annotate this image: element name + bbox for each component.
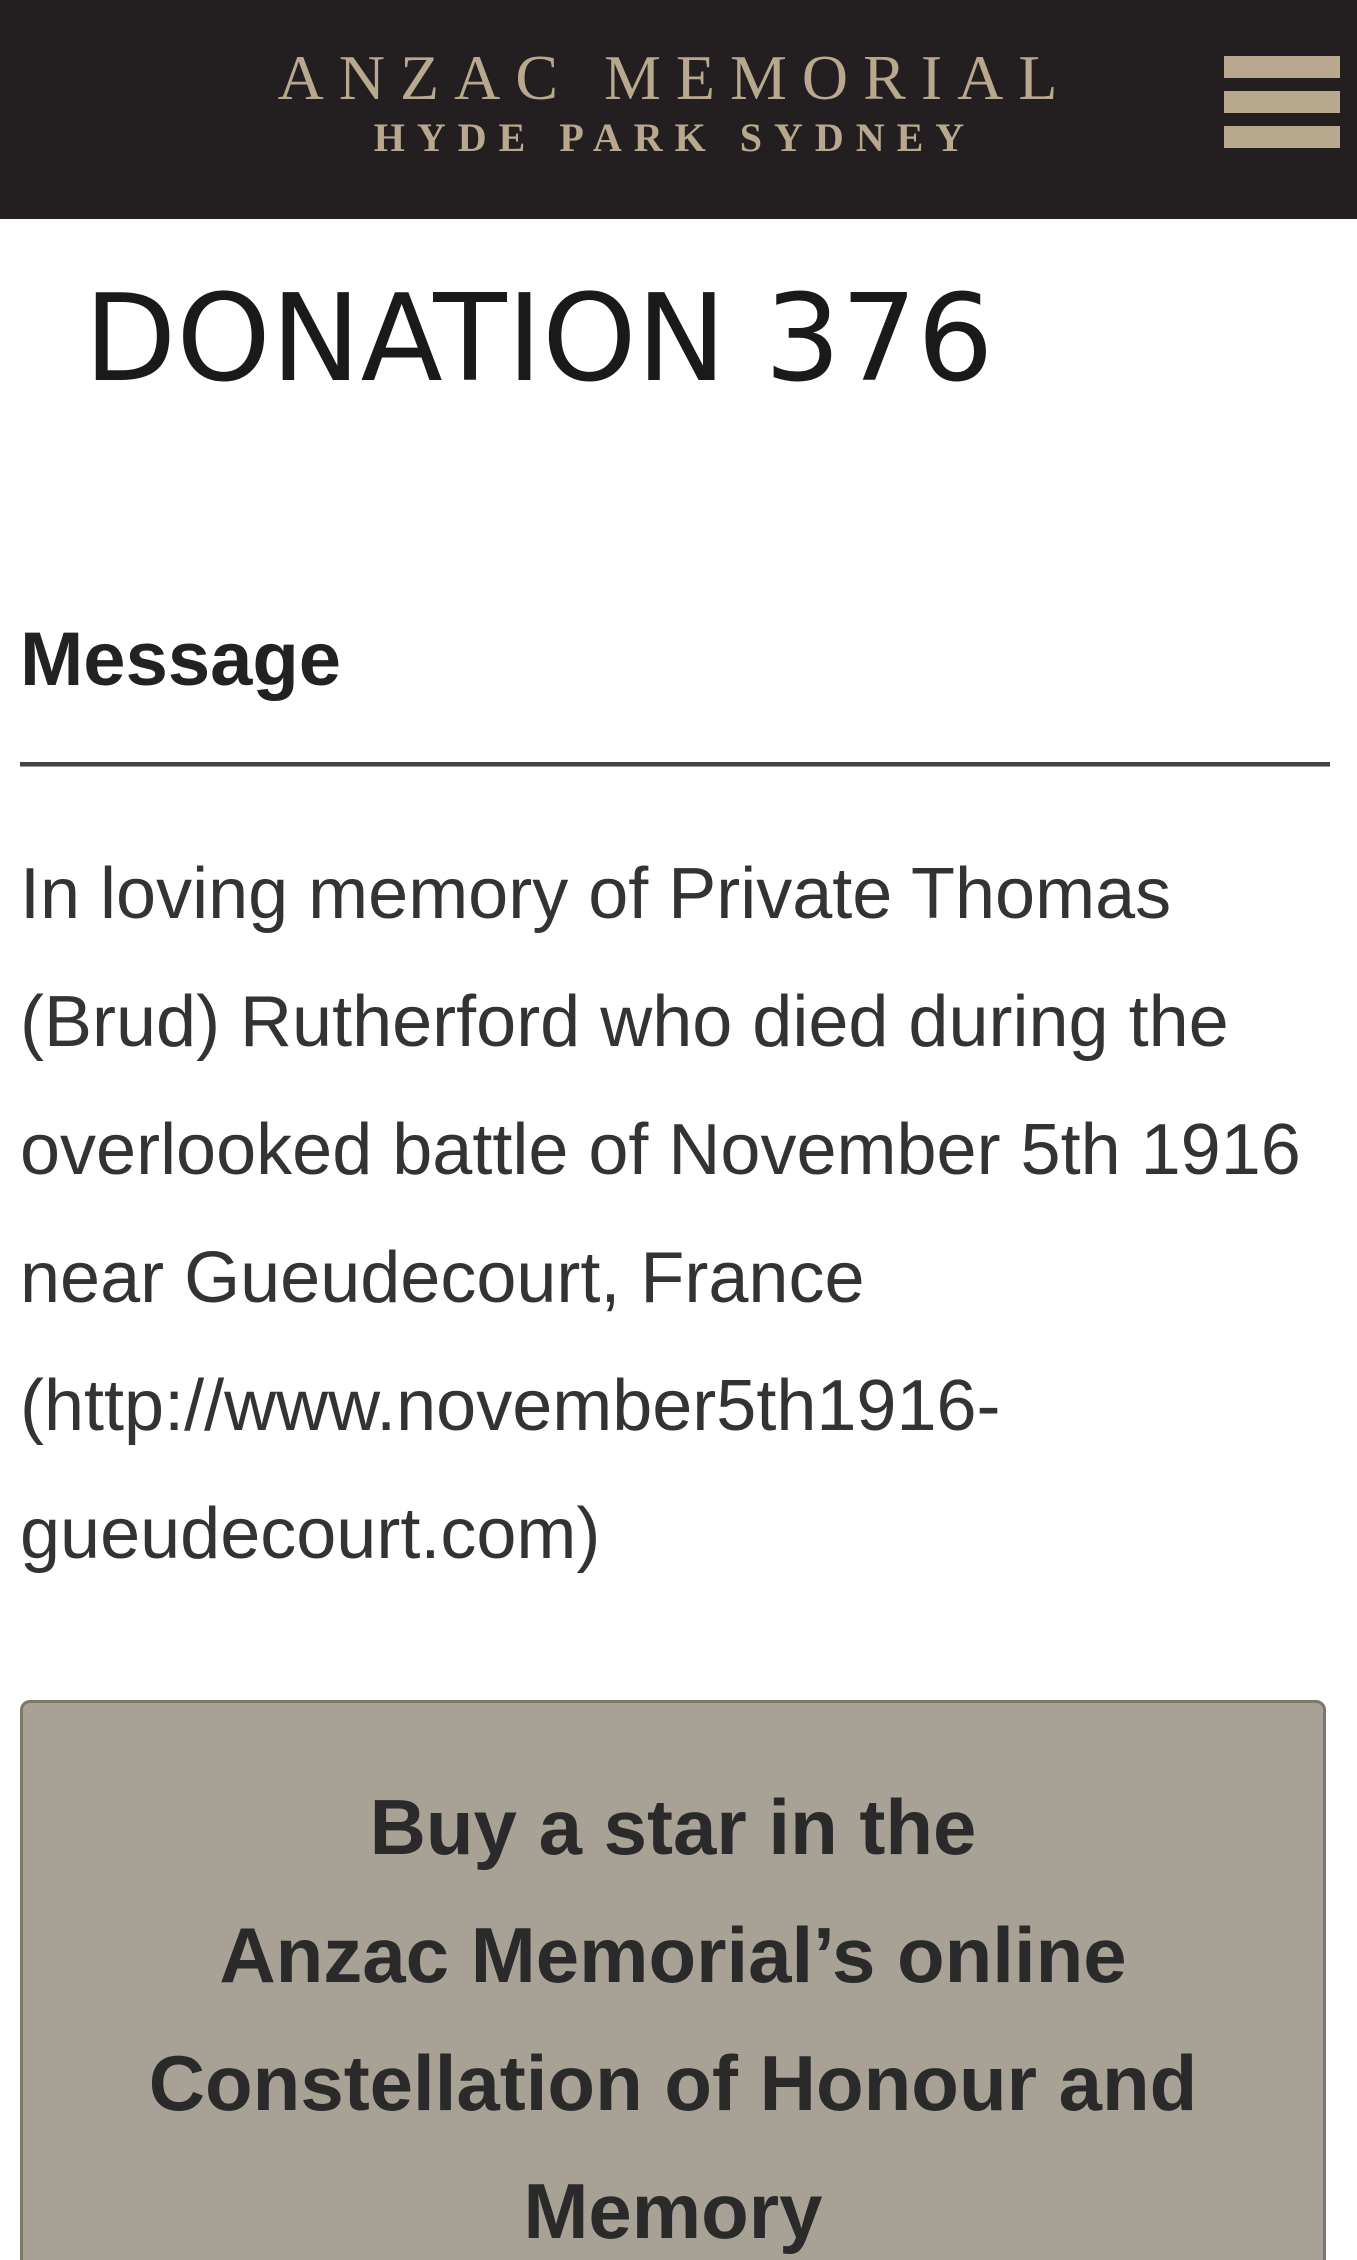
menu-bar-bottom (1224, 126, 1340, 148)
buy-star-button[interactable]: Buy a star in the Anzac Memorial’s onlin… (20, 1700, 1326, 2260)
message-heading: Message (20, 617, 342, 702)
site-header: ANZAC MEMORIAL HYDE PARK SYDNEY (0, 0, 1357, 219)
cta-line: Buy a star in the (369, 1783, 977, 1871)
section-divider (20, 762, 1330, 767)
hamburger-menu-icon[interactable] (1224, 56, 1340, 148)
menu-bar-top (1224, 56, 1340, 78)
message-body: In loving memory of Private Thomas (Brud… (20, 854, 1301, 1574)
cta-line: Constellation of Honour and (148, 2039, 1198, 2127)
cta-line: Memory (523, 2167, 823, 2255)
site-logo[interactable]: ANZAC MEMORIAL HYDE PARK SYDNEY (230, 40, 1120, 160)
menu-bar-middle (1224, 91, 1340, 113)
page-title: DONATION 376 (84, 270, 994, 409)
buy-star-text: Buy a star in the Anzac Memorial’s onlin… (23, 1763, 1323, 2260)
cta-line: Anzac Memorial’s online (219, 1911, 1127, 1999)
logo-title: ANZAC MEMORIAL (277, 42, 1073, 113)
logo-subtitle: HYDE PARK SYDNEY (373, 115, 977, 160)
